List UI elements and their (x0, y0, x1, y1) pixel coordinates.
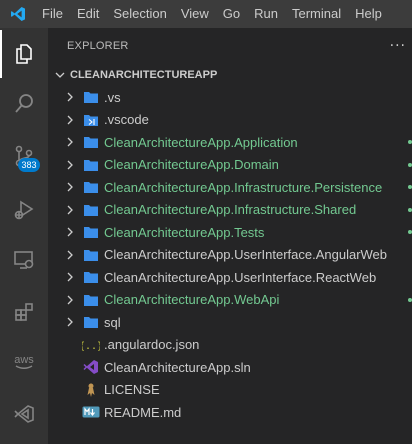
chevron-right-icon (62, 134, 78, 150)
chevron-right-icon (62, 89, 78, 105)
tree-item-label: CleanArchitectureApp.UserInterface.React… (104, 269, 377, 285)
explorer-icon[interactable] (0, 30, 48, 78)
tree-item-folder[interactable]: CleanArchitectureApp.Tests (48, 221, 412, 244)
workspace-root[interactable]: CLEANARCHITECTUREAPP (48, 64, 412, 86)
menu-selection[interactable]: Selection (106, 0, 173, 28)
tree-item-label: CleanArchitectureApp.Domain (104, 157, 279, 173)
folder-icon (82, 134, 100, 150)
json-file-icon: {..} (82, 337, 100, 353)
folder-icon (82, 224, 100, 240)
git-status-dot (408, 230, 412, 235)
menu-run[interactable]: Run (247, 0, 285, 28)
extensions-icon[interactable] (0, 288, 48, 336)
menu-file[interactable]: File (36, 0, 70, 28)
tree-item-label: LICENSE (104, 382, 160, 398)
source-control-icon[interactable] (0, 132, 48, 180)
git-status-dot (408, 207, 412, 212)
source-control-badge: 383 (18, 158, 40, 172)
explorer-sidebar: EXPLORER ··· CLEANARCHITECTUREAPP .vs .v… (48, 28, 412, 444)
remote-explorer-icon[interactable] (0, 236, 48, 284)
tree-item-label: CleanArchitectureApp.sln (104, 359, 251, 375)
file-tree: .vs .vscode CleanArchitectureApp.Applica… (48, 86, 412, 424)
chevron-down-icon (55, 72, 65, 78)
tree-item-label: CleanArchitectureApp.Infrastructure.Pers… (104, 179, 383, 195)
folder-icon (82, 314, 100, 330)
vscode-folder-icon (82, 112, 100, 128)
tree-item-label: README.md (104, 404, 182, 420)
tree-item-folder[interactable]: CleanArchitectureApp.Application (48, 131, 412, 154)
tree-item-label: .vscode (104, 112, 149, 128)
visual-studio-solution-icon (82, 359, 100, 375)
tree-item-file[interactable]: LICENSE (48, 379, 412, 402)
more-actions-icon[interactable]: ··· (390, 38, 406, 54)
vscode-logo-icon (0, 0, 36, 28)
tree-item-folder[interactable]: .vscode (48, 109, 412, 132)
folder-icon (82, 202, 100, 218)
tree-item-file[interactable]: CleanArchitectureApp.sln (48, 356, 412, 379)
chevron-right-icon (62, 269, 78, 285)
folder-icon (82, 89, 100, 105)
explorer-title: EXPLORER (67, 40, 129, 52)
tree-item-folder[interactable]: CleanArchitectureApp.Domain (48, 154, 412, 177)
menu-go[interactable]: Go (216, 0, 247, 28)
menu-view[interactable]: View (174, 0, 216, 28)
svg-text:aws: aws (14, 354, 34, 366)
tree-item-folder[interactable]: CleanArchitectureApp.UserInterface.Angul… (48, 244, 412, 267)
menu-help[interactable]: Help (348, 0, 389, 28)
chevron-right-icon (62, 157, 78, 173)
folder-icon (82, 157, 100, 173)
folder-icon (82, 292, 100, 308)
tree-item-label: CleanArchitectureApp.Tests (104, 224, 265, 240)
markdown-file-icon (82, 404, 100, 420)
run-debug-icon[interactable] (0, 186, 48, 234)
chevron-right-icon (62, 247, 78, 263)
tree-item-label: .vs (104, 89, 121, 105)
git-status-dot (408, 162, 412, 167)
tree-item-label: CleanArchitectureApp.WebApi (104, 292, 280, 308)
tree-item-folder[interactable]: sql (48, 311, 412, 334)
folder-icon (82, 179, 100, 195)
chevron-right-icon (62, 179, 78, 195)
search-icon[interactable] (0, 80, 48, 128)
activity-bar: 383 aws (0, 28, 48, 444)
title-bar: File Edit Selection View Go Run Terminal… (0, 0, 412, 28)
git-status-dot (408, 297, 412, 302)
git-status-dot (408, 140, 412, 145)
workspace-root-label: CLEANARCHITECTUREAPP (70, 69, 218, 81)
menu-bar: File Edit Selection View Go Run Terminal… (36, 0, 389, 28)
license-file-icon (82, 382, 100, 398)
chevron-right-icon (62, 224, 78, 240)
chevron-right-icon (62, 292, 78, 308)
tree-item-folder[interactable]: CleanArchitectureApp.UserInterface.React… (48, 266, 412, 289)
tree-item-label: CleanArchitectureApp.Application (104, 134, 298, 150)
tree-item-folder[interactable]: CleanArchitectureApp.Infrastructure.Shar… (48, 199, 412, 222)
chevron-right-icon (62, 112, 78, 128)
tree-item-label: CleanArchitectureApp.Infrastructure.Shar… (104, 202, 357, 218)
visual-studio-icon[interactable] (0, 390, 48, 438)
tree-item-folder[interactable]: CleanArchitectureApp.Infrastructure.Pers… (48, 176, 412, 199)
explorer-header: EXPLORER ··· (48, 28, 412, 64)
git-status-dot (408, 185, 412, 190)
tree-item-label: .angulardoc.json (104, 337, 200, 353)
tree-item-label: sql (104, 314, 121, 330)
aws-icon[interactable]: aws (0, 338, 48, 386)
tree-item-folder[interactable]: CleanArchitectureApp.WebApi (48, 289, 412, 312)
folder-icon (82, 247, 100, 263)
svg-text:{..}: {..} (82, 341, 100, 352)
menu-edit[interactable]: Edit (70, 0, 106, 28)
tree-item-file[interactable]: README.md (48, 401, 412, 424)
tree-item-label: CleanArchitectureApp.UserInterface.Angul… (104, 247, 388, 263)
tree-item-file[interactable]: {..} .angulardoc.json (48, 334, 412, 357)
folder-icon (82, 269, 100, 285)
chevron-right-icon (62, 202, 78, 218)
chevron-right-icon (62, 314, 78, 330)
tree-item-folder[interactable]: .vs (48, 86, 412, 109)
menu-terminal[interactable]: Terminal (285, 0, 348, 28)
